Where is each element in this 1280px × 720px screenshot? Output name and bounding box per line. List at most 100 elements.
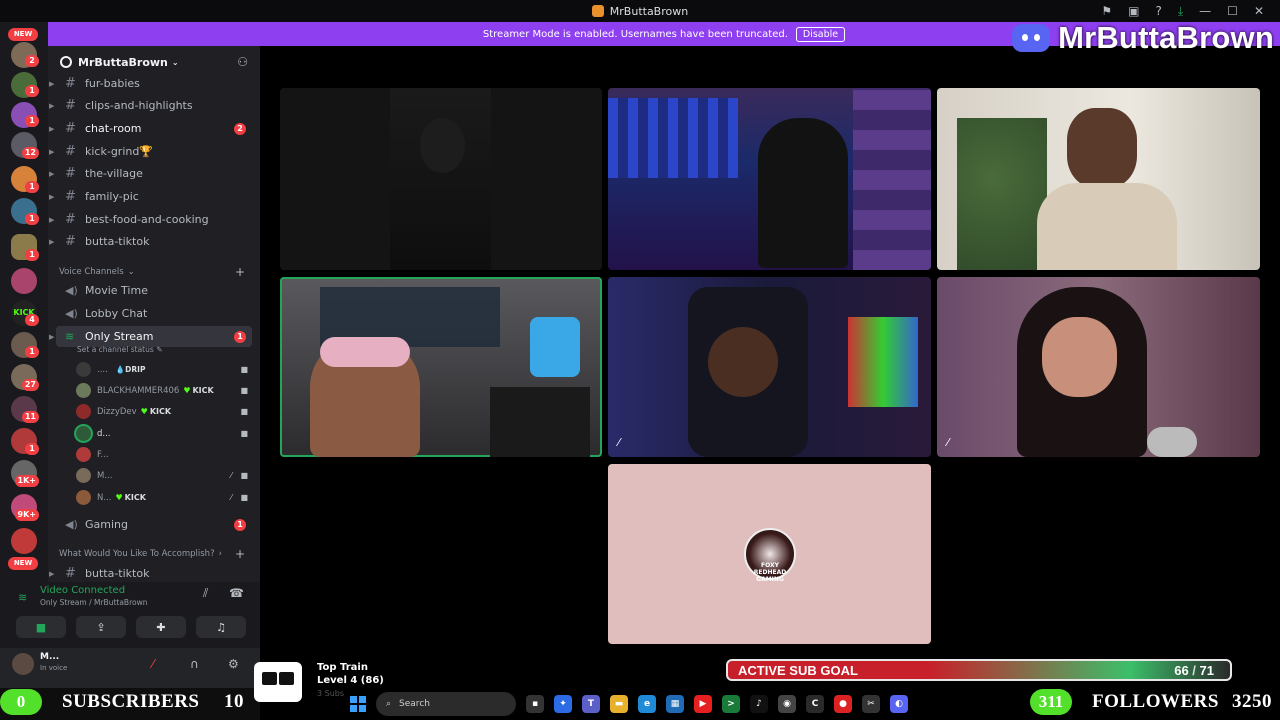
voice-member[interactable]: BLACKHAMMER406 ♥ KICK ■ xyxy=(76,380,248,401)
share-screen-button[interactable]: ⇪ xyxy=(76,616,126,638)
voice-channel-only-stream[interactable]: ▶ ≋ Only Stream 1 xyxy=(49,326,252,347)
channel-label: best-food-and-cooking xyxy=(85,213,209,226)
new-badge: NEW xyxy=(8,28,38,41)
voice-member[interactable]: M... ⁄ ■ xyxy=(76,465,248,486)
voice-member[interactable]: d... ■ xyxy=(76,423,248,444)
app-icon xyxy=(591,5,604,17)
channel-best-food-and-cooking[interactable]: ▶ # best-food-and-cooking xyxy=(49,209,252,230)
folder-icon[interactable]: ▬ xyxy=(610,695,628,713)
steam-icon[interactable]: ◉ xyxy=(778,695,796,713)
headphones-icon[interactable]: ∩ xyxy=(190,657,199,671)
record-icon[interactable]: ● xyxy=(834,695,852,713)
server-badge: 12 xyxy=(21,147,39,159)
server-badge: 27 xyxy=(21,379,39,391)
tiktok-icon[interactable]: ♪ xyxy=(750,695,768,713)
teams-icon[interactable]: T xyxy=(582,695,600,713)
video-tile[interactable] xyxy=(608,88,931,270)
server-guide-icon xyxy=(60,56,72,68)
voice-member[interactable]: N... ♥ KICK ⁄ ■ xyxy=(76,487,248,508)
video-tile[interactable] xyxy=(937,88,1260,270)
invite-people-icon[interactable]: ⚇ xyxy=(237,55,248,69)
channel-label: chat-room xyxy=(85,122,142,135)
server-badge: 2 xyxy=(25,55,39,67)
channel-family-pic[interactable]: ▶ # family-pic xyxy=(49,186,252,207)
voice-member[interactable]: DizzyDev ♥ KICK ■ xyxy=(76,401,248,422)
server-icon[interactable] xyxy=(11,528,37,554)
settings-gear-icon[interactable]: ⚙ xyxy=(228,657,239,671)
channel-status[interactable]: Set a channel status ✎ xyxy=(77,345,162,354)
goals-category[interactable]: What Would You Like To Accomplish? › + xyxy=(59,547,249,561)
channel-butta-tiktok-partial[interactable]: ▶ # butta-tiktok xyxy=(49,563,252,582)
toy-figure xyxy=(530,317,580,377)
file-icon[interactable]: ▪ xyxy=(526,695,544,713)
minimize-icon[interactable]: — xyxy=(1199,4,1211,18)
terminal-icon[interactable]: > xyxy=(722,695,740,713)
avatar-logo-text: FOXY REDHEAD GAMING xyxy=(753,562,787,583)
brand-watermark: MrButtaBrown xyxy=(1012,20,1274,56)
noise-suppression-icon[interactable]: ⫽ xyxy=(203,586,208,601)
hash-icon: # xyxy=(65,566,76,581)
disable-streamer-mode-button[interactable]: Disable xyxy=(795,26,846,42)
voice-member[interactable]: F... xyxy=(76,444,248,465)
edge-icon[interactable]: e xyxy=(638,695,656,713)
video-tile[interactable]: ⁄ xyxy=(608,277,931,457)
disconnect-icon[interactable]: ☎ xyxy=(229,586,244,600)
voice-location[interactable]: Only Stream / MrButtaBrown xyxy=(40,598,147,607)
channel-label: clips-and-highlights xyxy=(85,99,193,112)
hash-icon: # xyxy=(65,234,76,249)
cod-icon[interactable]: C xyxy=(806,695,824,713)
voice-channels-category[interactable]: Voice Channels ⌄ + xyxy=(59,265,249,279)
voice-channel-gaming[interactable]: ◀) Gaming 1 xyxy=(56,514,252,535)
avatar xyxy=(76,468,91,483)
mic-muted-icon[interactable]: ⁄ xyxy=(152,657,154,671)
taskbar-search[interactable]: ⌕ Search xyxy=(376,692,516,716)
channel-fur-babies[interactable]: ▶ # fur-babies xyxy=(49,73,252,94)
windows-start-icon[interactable] xyxy=(350,696,366,712)
caret-icon: ▶ xyxy=(49,192,55,201)
calendar-icon[interactable]: ▦ xyxy=(666,695,684,713)
followers-label: FOLLOWERS xyxy=(1092,691,1219,712)
server-icon[interactable] xyxy=(11,268,37,294)
headset xyxy=(320,337,410,367)
avatar[interactable] xyxy=(12,653,34,675)
member-name: M... xyxy=(97,470,113,481)
copilot-icon[interactable]: ✦ xyxy=(554,695,572,713)
camera-button[interactable]: ■ xyxy=(16,616,66,638)
voice-member[interactable]: .... 💧DRIP ■ xyxy=(76,359,248,380)
subscribers-label: SUBSCRIBERS xyxy=(62,691,200,712)
channel-the-village[interactable]: ▶ # the-village xyxy=(49,163,252,184)
voice-status[interactable]: Video Connected xyxy=(40,585,125,596)
video-tile-speaking[interactable] xyxy=(280,277,602,457)
sub-goal-current: 66 xyxy=(1174,662,1189,678)
video-tile[interactable] xyxy=(280,88,602,270)
video-tile-avatar[interactable]: FOXY REDHEAD GAMING xyxy=(608,464,931,644)
channel-clips-and-highlights[interactable]: ▶ # clips-and-highlights xyxy=(49,95,252,116)
voice-channel-lobby-chat[interactable]: ◀) Lobby Chat xyxy=(56,303,252,324)
member-name: DizzyDev xyxy=(97,406,137,417)
close-icon[interactable]: ✕ xyxy=(1254,4,1264,18)
help-icon[interactable]: ? xyxy=(1155,4,1161,18)
inbox-icon[interactable]: ⚑ xyxy=(1101,4,1112,18)
maximize-icon[interactable]: ☐ xyxy=(1227,4,1238,18)
add-channel-icon[interactable]: + xyxy=(235,547,245,561)
add-channel-icon[interactable]: + xyxy=(235,265,245,279)
download-icon[interactable]: ⤓ xyxy=(1178,4,1183,19)
discord-icon[interactable]: ◐ xyxy=(890,695,908,713)
camera-icon: ■ xyxy=(240,386,248,395)
channel-label: Only Stream xyxy=(85,330,154,343)
soundboard-button[interactable]: ♫ xyxy=(196,616,246,638)
camera-icon: ■ xyxy=(35,620,47,634)
voice-channel-movie-time[interactable]: ◀) Movie Time xyxy=(56,280,252,301)
channel-butta-tiktok[interactable]: ▶ # butta-tiktok xyxy=(49,231,252,252)
capcut-icon[interactable]: ✂ xyxy=(862,695,880,713)
caret-icon: ▶ xyxy=(49,101,55,110)
youtube-icon[interactable]: ▶ xyxy=(694,695,712,713)
collectibles-shelf xyxy=(608,98,738,178)
screen-icon[interactable]: ▣ xyxy=(1128,4,1139,18)
subscribers-count: 10 xyxy=(224,691,244,712)
video-tile[interactable]: ⁄ xyxy=(937,277,1260,457)
channel-label: butta-tiktok xyxy=(85,235,150,248)
channel-kick-grind[interactable]: ▶ # kick-grind🏆 xyxy=(49,141,252,162)
activities-button[interactable]: ✚ xyxy=(136,616,186,638)
channel-chat-room[interactable]: ▶ # chat-room 2 xyxy=(49,118,252,139)
